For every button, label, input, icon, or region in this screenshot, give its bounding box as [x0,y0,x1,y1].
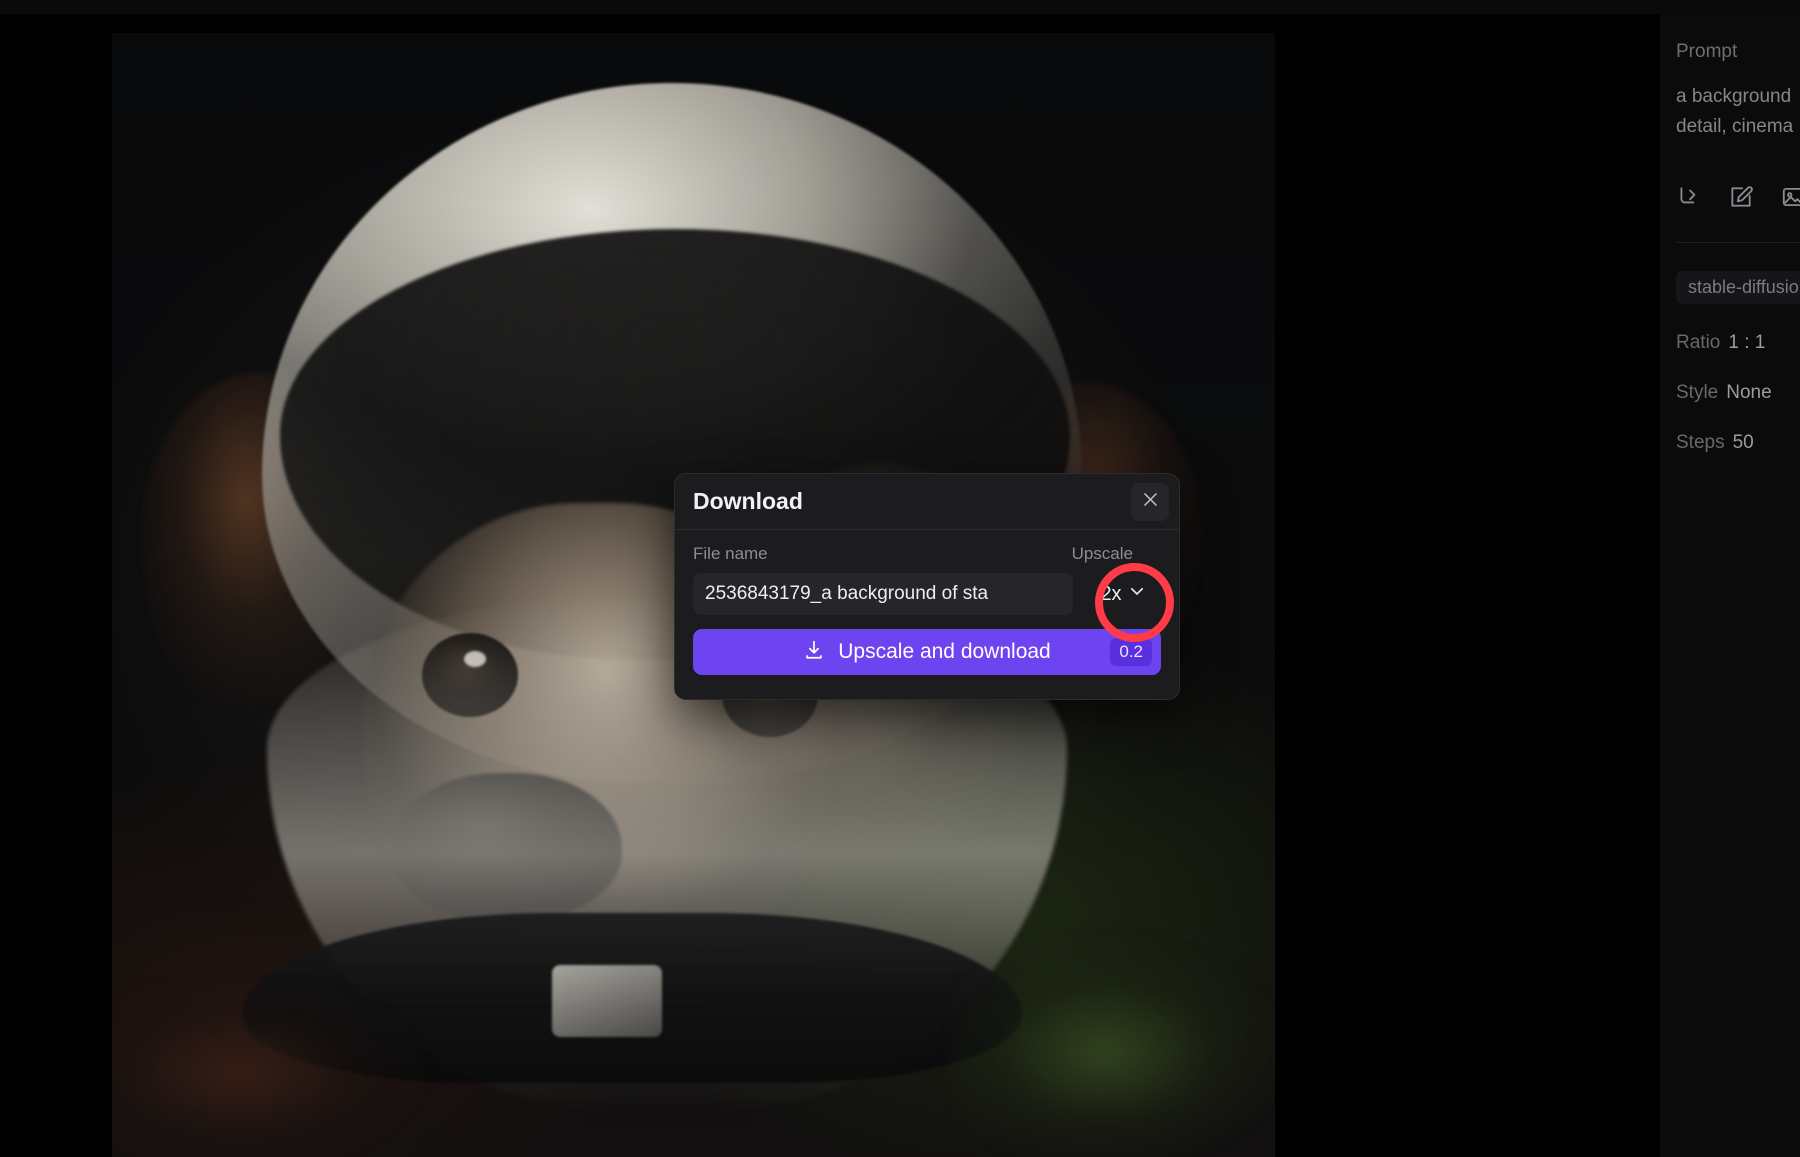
branch-arrow-icon[interactable] [1676,184,1702,210]
sidebar-row-steps: Steps 50 [1676,432,1800,454]
dialog-title: Download [693,488,803,514]
top-bar [0,0,1800,14]
steps-value: 50 [1732,432,1754,453]
upscale-select[interactable]: 2x [1085,573,1161,615]
steps-label: Steps [1676,432,1725,453]
ground-glow [112,983,432,1157]
grass-patch [952,933,1275,1157]
sidebar-action-icons [1676,184,1800,210]
download-icon [803,639,825,666]
file-name-label: File name [693,544,768,563]
dialog-header: Download [675,474,1179,530]
dialog-field-labels: File name Upscale [693,544,1161,564]
sidebar-row-ratio: Ratio 1 : 1 [1676,332,1800,354]
upscale-label: Upscale [1071,544,1133,563]
close-button[interactable] [1131,482,1169,521]
upscale-and-download-button[interactable]: Upscale and download 0.2 [693,629,1161,675]
app-root: Prompt a background detail, cinema stabl… [0,0,1800,1157]
dialog-controls: 2x [693,573,1161,615]
style-label: Style [1676,382,1719,403]
model-chip[interactable]: stable-diffusion [1676,271,1800,304]
sidebar-divider [1676,242,1800,243]
style-value: None [1726,382,1772,403]
prompt-text-line1: a background [1676,86,1792,107]
image-icon[interactable] [1780,184,1800,210]
ratio-value: 1 : 1 [1728,332,1766,353]
dialog-body: File name Upscale 2x [675,530,1179,615]
collar-buckle [552,965,662,1037]
download-dialog: Download File name Upscale 2x [674,473,1180,700]
edit-square-icon[interactable] [1728,184,1754,210]
sidebar-row-style: Style None [1676,382,1800,404]
file-name-input[interactable] [693,573,1073,615]
prompt-label: Prompt [1676,41,1738,62]
close-icon [1141,490,1160,514]
details-sidebar: Prompt a background detail, cinema stabl… [1660,14,1800,1157]
ratio-label: Ratio [1676,332,1721,353]
download-button-label: Upscale and download [838,640,1051,663]
upscale-value: 2x [1100,582,1122,605]
credit-badge: 0.2 [1110,638,1152,666]
chevron-down-icon [1128,582,1146,606]
prompt-text-line2: detail, cinema [1676,116,1794,137]
